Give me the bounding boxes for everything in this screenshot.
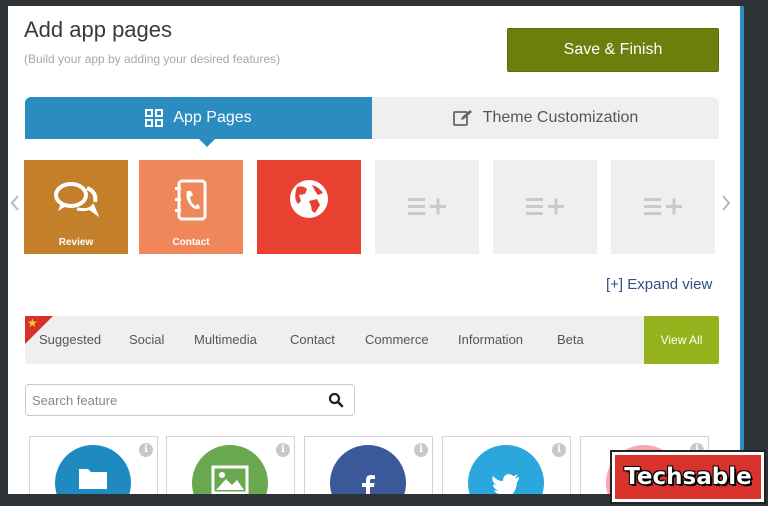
empty-page-slot[interactable]	[493, 160, 597, 254]
search-feature-input[interactable]	[26, 385, 328, 415]
tab-label: App Pages	[173, 109, 252, 126]
feature-card-gallery[interactable]: i	[166, 436, 295, 494]
chevron-left-icon	[10, 195, 19, 211]
grid-icon	[145, 109, 164, 127]
category-beta[interactable]: Beta	[557, 332, 584, 347]
info-icon[interactable]: i	[276, 443, 290, 457]
info-icon[interactable]: i	[552, 443, 566, 457]
feature-category-bar: ★ Suggested Social Multimedia Contact Co…	[25, 316, 719, 364]
category-commerce[interactable]: Commerce	[365, 332, 429, 347]
address-book-icon	[175, 179, 207, 221]
panel-scroll-edge	[736, 6, 744, 494]
save-finish-button[interactable]: Save & Finish	[507, 28, 719, 72]
feature-card-folder[interactable]: i	[29, 436, 158, 494]
info-icon[interactable]: i	[414, 443, 428, 457]
add-list-icon	[526, 198, 564, 215]
chevron-right-icon	[722, 195, 731, 211]
add-list-icon	[408, 198, 446, 215]
app-pages-carousel: Review Contact	[8, 160, 736, 254]
carousel-next-button[interactable]	[721, 192, 731, 218]
twitter-icon	[492, 474, 519, 494]
watermark-text: Techsable	[624, 464, 752, 490]
search-icon[interactable]	[328, 392, 344, 408]
view-all-button[interactable]: View All	[644, 316, 719, 364]
page-tile-review[interactable]: Review	[24, 160, 128, 254]
empty-page-slot[interactable]	[611, 160, 715, 254]
tab-theme-customization[interactable]: Theme Customization	[372, 97, 719, 139]
empty-page-slot[interactable]	[375, 160, 479, 254]
app-builder-panel: Add app pages (Build your app by adding …	[8, 6, 736, 494]
category-information[interactable]: Information	[458, 332, 523, 347]
image-icon	[211, 465, 249, 494]
globe-icon	[290, 180, 328, 218]
feature-icon-circle	[192, 445, 268, 494]
feature-icon-circle	[468, 445, 544, 494]
tab-bar: App Pages Theme Customization	[25, 97, 719, 147]
category-social[interactable]: Social	[129, 332, 164, 347]
watermark-logo: Techsable	[610, 450, 766, 504]
info-icon[interactable]: i	[139, 443, 153, 457]
feature-icon-circle	[55, 445, 131, 494]
facebook-icon	[362, 475, 375, 494]
edit-icon	[452, 110, 472, 126]
folder-icon	[79, 469, 107, 489]
page-tile-web[interactable]	[257, 160, 361, 254]
tab-label: Theme Customization	[482, 109, 639, 126]
category-multimedia[interactable]: Multimedia	[194, 332, 257, 347]
feature-card-facebook[interactable]: i	[304, 436, 433, 494]
feature-card-twitter[interactable]: i	[442, 436, 571, 494]
page-tile-label: Review	[58, 237, 94, 248]
star-icon: ★	[27, 316, 38, 330]
chat-bubbles-icon	[54, 182, 99, 217]
page-subtitle: (Build your app by adding your desired f…	[24, 52, 281, 66]
carousel-prev-button[interactable]	[10, 192, 20, 218]
add-list-icon	[644, 198, 682, 215]
expand-view-link[interactable]: [+] Expand view	[606, 276, 712, 293]
tab-app-pages[interactable]: App Pages	[25, 97, 372, 147]
page-tile-label: Contact	[172, 237, 210, 248]
category-contact[interactable]: Contact	[290, 332, 335, 347]
page-title: Add app pages	[24, 17, 173, 42]
page-tile-contact[interactable]: Contact	[139, 160, 243, 254]
feature-icon-circle	[330, 445, 406, 494]
search-box	[25, 384, 355, 416]
category-suggested[interactable]: Suggested	[39, 332, 101, 347]
